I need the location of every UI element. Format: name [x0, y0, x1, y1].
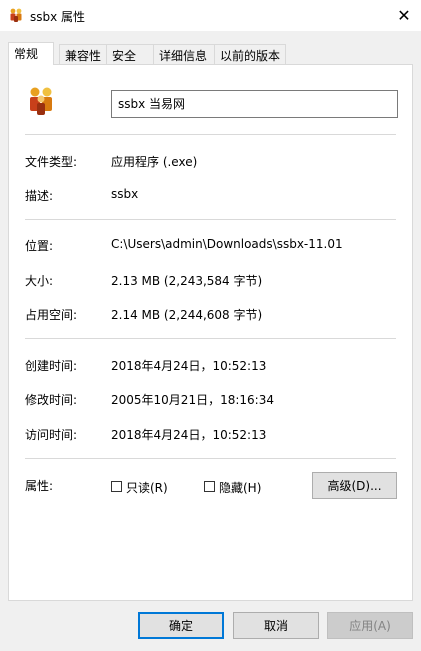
file-type-label: 文件类型:: [25, 155, 78, 169]
divider: [25, 458, 396, 459]
ok-button[interactable]: 确定: [138, 612, 224, 639]
location-label: 位置:: [25, 239, 54, 253]
accessed-value: 2018年4月24日，10:52:13: [111, 428, 267, 442]
tab-security[interactable]: 安全: [106, 44, 154, 64]
hidden-label[interactable]: 隐藏(H): [219, 479, 261, 496]
file-name-value: ssbx 当易网: [118, 97, 186, 111]
tab-label: 常规: [14, 47, 39, 61]
tab-general[interactable]: 常规: [8, 42, 54, 65]
app-people-icon: [10, 8, 22, 22]
divider: [25, 338, 396, 339]
attributes-label: 属性:: [25, 479, 54, 493]
file-type-value: 应用程序 (.exe): [111, 155, 198, 169]
close-icon: ✕: [397, 6, 411, 25]
hidden-checkbox[interactable]: [204, 481, 215, 492]
tab-details[interactable]: 详细信息: [153, 44, 215, 64]
readonly-checkbox[interactable]: [111, 481, 122, 492]
divider: [25, 219, 396, 220]
cancel-button[interactable]: 取消: [233, 612, 319, 639]
location-value[interactable]: C:\Users\admin\Downloads\ssbx-11.01: [111, 237, 343, 251]
general-panel: ssbx 当易网 文件类型: 应用程序 (.exe) 描述: ssbx 位置: …: [8, 64, 413, 601]
divider: [25, 134, 396, 135]
apply-button-label: 应用(A): [349, 619, 391, 633]
tab-label: 详细信息: [159, 49, 208, 63]
size-value: 2.13 MB (2,243,584 字节): [111, 274, 263, 288]
description-value: ssbx: [111, 187, 139, 201]
size-label: 大小:: [25, 274, 54, 288]
advanced-button[interactable]: 高级(D)...: [312, 472, 397, 499]
modified-label: 修改时间:: [25, 393, 78, 407]
close-button[interactable]: ✕: [387, 0, 421, 31]
apply-button[interactable]: 应用(A): [327, 612, 413, 639]
ok-button-label: 确定: [168, 619, 193, 633]
modified-value: 2005年10月21日，18:16:34: [111, 393, 274, 407]
tab-label: 以前的版本: [220, 49, 281, 63]
tab-compatibility[interactable]: 兼容性: [59, 44, 107, 64]
tab-label: 安全: [112, 49, 137, 63]
tab-label: 兼容性: [65, 49, 102, 63]
description-label: 描述:: [25, 189, 54, 203]
window-title: ssbx 属性: [30, 10, 86, 24]
disk-size-label: 占用空间:: [25, 308, 78, 322]
cancel-button-label: 取消: [263, 619, 288, 633]
created-value: 2018年4月24日，10:52:13: [111, 359, 267, 373]
created-label: 创建时间:: [25, 359, 78, 373]
properties-window: ssbx 属性 ✕ 常规 兼容性 安全 详细信息 以前的版本 ssbx 当易网 …: [0, 0, 421, 651]
disk-size-value: 2.14 MB (2,244,608 字节): [111, 308, 263, 322]
file-name-field[interactable]: ssbx 当易网: [111, 90, 398, 118]
readonly-label[interactable]: 只读(R): [126, 479, 168, 496]
app-people-icon: [30, 87, 52, 115]
title-bar[interactable]: ssbx 属性 ✕: [0, 0, 421, 31]
tab-previous-versions[interactable]: 以前的版本: [214, 44, 286, 64]
advanced-button-label: 高级(D)...: [327, 479, 382, 493]
accessed-label: 访问时间:: [25, 428, 78, 442]
